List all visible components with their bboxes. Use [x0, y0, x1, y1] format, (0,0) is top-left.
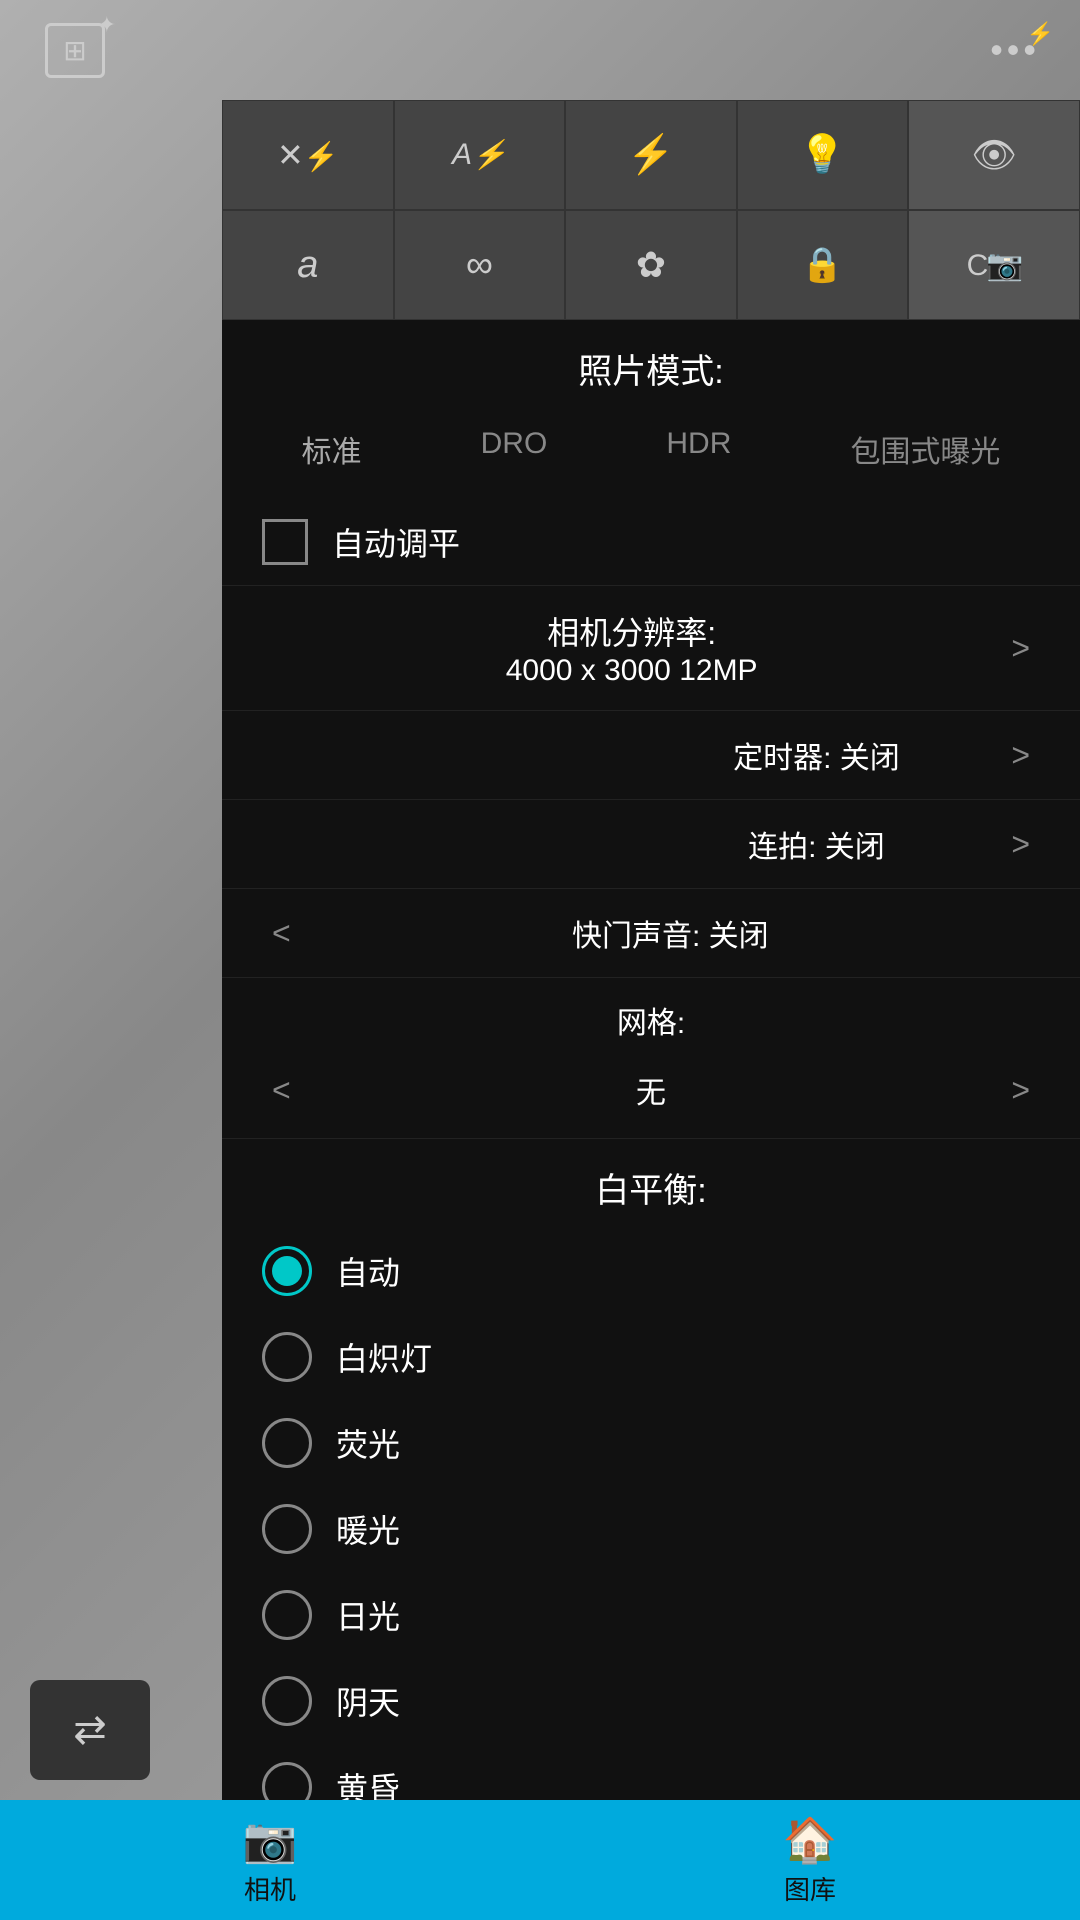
macro-button[interactable]: ✿ — [565, 210, 737, 320]
camera-resolution-title: 相机分辨率: — [262, 608, 1001, 654]
timer-arrow[interactable]: > — [1001, 737, 1040, 774]
burst-label: 连拍: 关闭 — [632, 822, 1002, 866]
white-balance-title: 白平衡: — [222, 1138, 1080, 1228]
grid-left-arrow[interactable]: < — [262, 1072, 301, 1109]
c-cam-icon: C📷 — [967, 248, 1022, 283]
add-photo-icon: ⊞ — [45, 23, 105, 78]
timer-label: 定时器: 关闭 — [632, 733, 1002, 777]
flip-camera-icon: ⇄ — [73, 1707, 107, 1753]
flash-auto-button[interactable]: A⚡ — [394, 100, 566, 210]
more-menu-button[interactable]: ••• ⚡ — [990, 29, 1040, 71]
c-cam-button[interactable]: C📷 — [908, 210, 1080, 320]
infinity-button[interactable]: ∞ — [394, 210, 566, 320]
a-mode-button[interactable]: a — [222, 210, 394, 320]
wb-incandescent-radio[interactable] — [262, 1332, 312, 1382]
grid-value-row: < 无 > — [222, 1052, 1080, 1128]
wb-cloudy-radio[interactable] — [262, 1676, 312, 1726]
timer-row: 定时器: 关闭 > — [222, 710, 1080, 799]
flash-off-icon: ✕⚡ — [277, 136, 339, 174]
focus-mode-row: a ∞ ✿ 🔒 C📷 — [222, 210, 1080, 320]
wb-daylight-label: 日光 — [336, 1592, 400, 1638]
wb-daylight-row: 日光 — [222, 1572, 1080, 1658]
flash-auto-icon: A⚡ — [452, 138, 507, 172]
photo-icon-inner: ⊞ — [63, 34, 86, 67]
wb-warm-radio[interactable] — [262, 1504, 312, 1554]
wb-fluorescent-label: 荧光 — [336, 1420, 400, 1466]
flash-off-button[interactable]: ✕⚡ — [222, 100, 394, 210]
auto-level-label: 自动调平 — [332, 519, 460, 565]
a-mode-icon: a — [297, 244, 318, 287]
wb-warm-label: 暖光 — [336, 1506, 400, 1552]
light-bulb-button[interactable]: 💡 — [737, 100, 909, 210]
grid-right-arrow[interactable]: > — [1001, 1072, 1040, 1109]
wb-dusk-row: 黄昏 — [222, 1744, 1080, 1800]
eye-icon: 👁 — [971, 134, 1017, 176]
wb-fluorescent-row: 荧光 — [222, 1400, 1080, 1486]
eye-button[interactable]: 👁 — [908, 100, 1080, 210]
wb-dusk-radio[interactable] — [262, 1762, 312, 1800]
grid-section: 网格: < 无 > — [222, 977, 1080, 1138]
mode-dro[interactable]: DRO — [465, 419, 564, 479]
wb-incandescent-label: 白炽灯 — [336, 1334, 432, 1380]
flip-camera-button[interactable]: ⇄ — [30, 1680, 150, 1780]
mode-bracket[interactable]: 包围式曝光 — [834, 419, 1016, 479]
wb-cloudy-label: 阴天 — [336, 1678, 400, 1724]
white-balance-section: 白平衡: 自动 白炽灯 荧光 暖光 日光 阴天 黄昏 — [222, 1138, 1080, 1800]
wb-cloudy-row: 阴天 — [222, 1658, 1080, 1744]
flash-small-icon: ⚡ — [1027, 21, 1058, 47]
camera-nav-icon: 📷 — [243, 1814, 298, 1866]
nav-camera[interactable]: 📷 相机 — [0, 1800, 540, 1920]
light-bulb-icon: 💡 — [799, 133, 846, 177]
settings-panel: ✕⚡ A⚡ ⚡ 💡 👁 a ∞ ✿ 🔒 C📷 照片模式: — [222, 100, 1080, 1800]
wb-fluorescent-radio[interactable] — [262, 1418, 312, 1468]
resolution-arrow[interactable]: > — [1001, 630, 1040, 667]
camera-resolution-row: 相机分辨率: 4000 x 3000 12MP > — [222, 585, 1080, 710]
flash-on-icon: ⚡ — [627, 133, 674, 177]
shutter-sound-label: 快门声音: 关闭 — [301, 911, 1040, 955]
lock-button[interactable]: 🔒 — [737, 210, 909, 320]
mode-hdr[interactable]: HDR — [650, 419, 747, 479]
macro-icon: ✿ — [636, 244, 666, 286]
top-bar: ⊞ ••• ⚡ — [0, 0, 1080, 100]
auto-level-checkbox[interactable] — [262, 519, 308, 565]
wb-dusk-label: 黄昏 — [336, 1764, 400, 1800]
shutter-left-arrow[interactable]: < — [262, 915, 301, 952]
wb-auto-row: 自动 — [222, 1228, 1080, 1314]
wb-warm-row: 暖光 — [222, 1486, 1080, 1572]
flash-on-button[interactable]: ⚡ — [565, 100, 737, 210]
wb-auto-radio[interactable] — [262, 1246, 312, 1296]
photo-mode-options: 标准 DRO HDR 包围式曝光 — [222, 409, 1080, 499]
wb-incandescent-row: 白炽灯 — [222, 1314, 1080, 1400]
wb-auto-label: 自动 — [336, 1248, 400, 1294]
mode-standard[interactable]: 标准 — [286, 419, 378, 479]
photo-mode-title: 照片模式: — [222, 320, 1080, 409]
flash-mode-row: ✕⚡ A⚡ ⚡ 💡 👁 — [222, 100, 1080, 210]
burst-arrow[interactable]: > — [1001, 826, 1040, 863]
gallery-nav-label: 图库 — [784, 1870, 836, 1907]
camera-nav-label: 相机 — [244, 1870, 296, 1907]
auto-level-row: 自动调平 — [222, 499, 1080, 585]
lock-icon: 🔒 — [801, 245, 843, 285]
shutter-sound-row: < 快门声音: 关闭 — [222, 888, 1080, 977]
nav-gallery[interactable]: 🏠 图库 — [540, 1800, 1080, 1920]
burst-row: 连拍: 关闭 > — [222, 799, 1080, 888]
wb-daylight-radio[interactable] — [262, 1590, 312, 1640]
camera-resolution-value: 4000 x 3000 12MP — [262, 654, 1001, 688]
add-photo-button[interactable]: ⊞ — [40, 15, 110, 85]
grid-value: 无 — [301, 1068, 1002, 1112]
infinity-icon: ∞ — [466, 244, 493, 287]
grid-title: 网格: — [222, 988, 1080, 1052]
bottom-navigation: 📷 相机 🏠 图库 — [0, 1800, 1080, 1920]
gallery-nav-icon: 🏠 — [783, 1814, 838, 1866]
